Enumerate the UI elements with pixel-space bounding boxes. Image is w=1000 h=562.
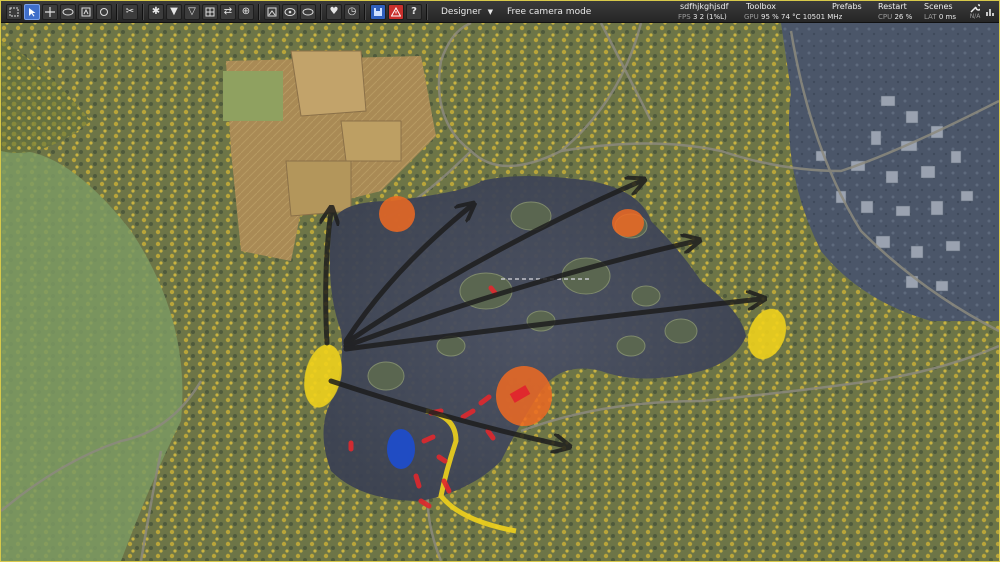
toolbar-divider [116,3,118,20]
prefabs-column: Prefabs [829,1,875,22]
lat-values: LAT 0 ms [924,12,956,22]
circle-icon[interactable] [96,3,112,20]
project-name: sdfhjkghjsdf [680,1,729,11]
fps-value: 3 [692,12,698,21]
field-plot [290,50,367,117]
lat-readout: Scenes LAT 0 ms [921,1,967,22]
wrench-button[interactable]: N/A [967,1,983,22]
image-icon[interactable] [264,3,280,20]
wrench-icon [970,3,980,13]
field-plot [340,120,402,162]
gpu-values: GPU 95 % 74 °C 10501 MHz [744,12,842,22]
fps-label: FPS [678,12,691,21]
grid-icon[interactable] [202,3,218,20]
map-viewport[interactable] [1,23,999,561]
profiler-button[interactable] [983,1,999,22]
na-label: N/A [969,12,981,20]
prefabs-button[interactable]: Prefabs [832,2,862,12]
tag-icon[interactable] [282,3,298,20]
toolbar-divider [142,3,144,20]
toolbar-divider [364,3,366,20]
cpu-readout: Restart CPU 26 % [875,1,921,22]
cpu-value: 26 % [894,12,913,21]
node-icon[interactable]: ✱ [148,3,164,20]
cpu-values: CPU 26 % [878,12,912,22]
shuffle-icon[interactable]: ⇄ [220,3,236,20]
lat-label: LAT [924,12,937,21]
target-icon[interactable]: ⊕ [238,3,254,20]
heart-icon[interactable]: ♥ [326,3,342,20]
gpu-label: GPU [744,12,759,21]
timer-icon[interactable]: ◷ [344,3,360,20]
green-field [223,71,283,121]
move-icon[interactable] [42,3,58,20]
lat-value: 0 ms [938,12,956,21]
chart-icon [986,8,994,16]
toolbar-divider [426,3,428,20]
fps-readout: sdfhjkghjsdf FPS 3 2 (1%L) [675,1,741,22]
gpu-readout: Toolbox GPU 95 % 74 °C 10501 MHz [741,1,842,22]
editor-toolbar: ✂ ✱ ▼ ▽ ⇄ ⊕ ♥ ◷ ? Designer ▼ Free camera… [1,1,999,23]
cursor-icon[interactable] [24,3,40,20]
mode-dropdown-label: Designer [441,6,482,17]
terrain-icon[interactable] [78,3,94,20]
editor-window: ✂ ✱ ▼ ▽ ⇄ ⊕ ♥ ◷ ? Designer ▼ Free camera… [0,0,1000,562]
scenes-button[interactable]: Scenes [924,2,953,12]
help-icon[interactable]: ? [406,3,422,20]
camera-mode-label: Free camera mode [507,6,592,17]
fps-extra: 2 (1%L) [699,12,727,21]
status-panel: sdfhjkghjsdf FPS 3 2 (1%L) Toolbox GPU 9… [675,1,999,22]
marker-up-icon[interactable]: ▽ [184,3,200,20]
toolbar-divider [320,3,322,20]
eye-icon[interactable] [300,3,316,20]
fps-values: FPS 3 2 (1%L) [678,12,727,22]
chevron-down-icon: ▼ [487,7,493,16]
cut-icon[interactable]: ✂ [122,3,138,20]
mode-dropdown[interactable]: Designer ▼ [437,3,497,20]
select-icon[interactable] [6,3,22,20]
warning-icon[interactable] [388,3,404,20]
toolbar-divider [258,3,260,20]
cpu-label: CPU [878,12,893,21]
blue-zone [387,429,415,469]
marker-down-icon[interactable]: ▼ [166,3,182,20]
field-plot [285,160,352,217]
toolbox-button[interactable]: Toolbox [744,2,776,12]
restart-button[interactable]: Restart [878,2,907,12]
save-icon[interactable] [370,3,386,20]
rotate-icon[interactable] [60,3,76,20]
